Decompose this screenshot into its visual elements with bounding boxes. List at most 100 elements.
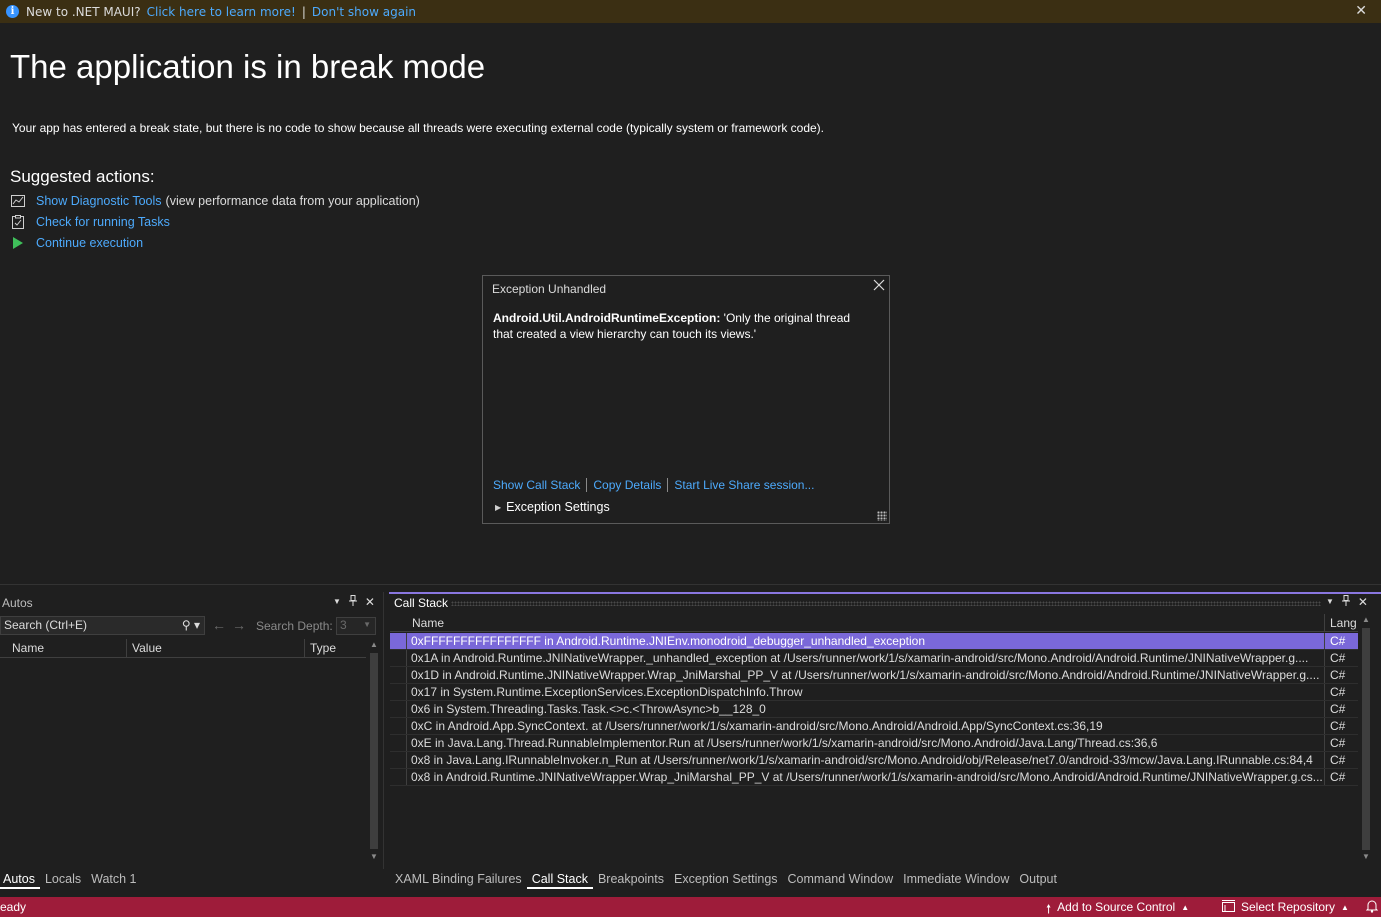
table-row[interactable]: 0xFFFFFFFFFFFFFFFF in Android.Runtime.JN…: [390, 633, 1358, 650]
tab-watch-1[interactable]: Watch 1: [86, 869, 141, 889]
play-icon: [11, 236, 25, 250]
exception-message: Android.Util.AndroidRuntimeException: 'O…: [493, 310, 873, 342]
autos-panel: Autos ▼ ✕ Search (Ctrl+E) ⚲ ▾ ←→ Search …: [0, 592, 384, 869]
tab-exception-settings[interactable]: Exception Settings: [669, 869, 783, 889]
show-call-stack-link[interactable]: Show Call Stack: [493, 478, 580, 492]
row-gutter[interactable]: [390, 701, 407, 717]
pin-icon[interactable]: [348, 595, 357, 609]
frame-lang: C#: [1330, 770, 1346, 784]
close-icon[interactable]: ✕: [365, 595, 375, 609]
autos-column-headers: Name Value Type: [0, 639, 366, 658]
scroll-down-icon[interactable]: ▼: [370, 852, 378, 861]
exception-settings-expander[interactable]: ▶ Exception Settings: [495, 500, 610, 514]
link-divider: [586, 478, 588, 492]
exception-links: Show Call Stack Copy Details Start Live …: [493, 478, 814, 492]
live-share-link[interactable]: Start Live Share session...: [674, 478, 814, 492]
tab-xaml-binding-failures[interactable]: XAML Binding Failures: [390, 869, 527, 889]
table-row[interactable]: 0x17 in System.Runtime.ExceptionServices…: [390, 684, 1358, 701]
action-label[interactable]: Continue execution: [36, 236, 143, 250]
exception-popup: Exception Unhandled Android.Util.Android…: [482, 275, 890, 524]
tab-breakpoints[interactable]: Breakpoints: [593, 869, 669, 889]
table-row[interactable]: 0x8 in Java.Lang.IRunnableInvoker.n_Run …: [390, 752, 1358, 769]
resize-grip-icon[interactable]: [877, 511, 887, 521]
scroll-up-icon[interactable]: ▲: [370, 640, 378, 649]
row-gutter[interactable]: [390, 735, 407, 751]
close-icon[interactable]: ✕: [1358, 595, 1368, 609]
call-stack-scrollbar[interactable]: ▲ ▼: [1360, 614, 1372, 865]
expand-triangle-icon: ▶: [495, 502, 502, 512]
row-gutter[interactable]: [390, 667, 407, 683]
row-gutter[interactable]: [390, 684, 407, 700]
row-gutter[interactable]: [390, 718, 407, 734]
diagnostic-chart-icon: [11, 194, 25, 208]
copy-details-link[interactable]: Copy Details: [593, 478, 661, 492]
notification-bell-icon[interactable]: [1365, 899, 1379, 916]
tab-call-stack[interactable]: Call Stack: [526, 869, 593, 889]
table-row[interactable]: 0x6 in System.Threading.Tasks.Task.<>c.<…: [390, 701, 1358, 718]
panel-splitter[interactable]: [0, 584, 1381, 592]
table-row[interactable]: 0x1D in Android.Runtime.JNINativeWrapper…: [390, 667, 1358, 684]
action-label[interactable]: Show Diagnostic Tools: [36, 194, 162, 208]
autos-search-input[interactable]: Search (Ctrl+E) ⚲ ▾: [0, 616, 205, 635]
action-continue-execution[interactable]: Continue execution: [11, 234, 143, 252]
column-value[interactable]: Value: [126, 639, 304, 658]
table-row[interactable]: 0xE in Java.Lang.Thread.RunnableImplemen…: [390, 735, 1358, 752]
tab-autos[interactable]: Autos: [0, 869, 40, 889]
frame-lang: C#: [1330, 719, 1346, 733]
column-type[interactable]: Type: [304, 639, 366, 658]
dont-show-again-link[interactable]: Don't show again: [312, 5, 416, 19]
frame-name: 0xC in Android.App.SyncContext. at /User…: [407, 718, 1325, 734]
autos-scrollbar[interactable]: ▲ ▼: [368, 639, 380, 864]
close-icon[interactable]: [873, 278, 885, 296]
scroll-thumb[interactable]: [370, 653, 378, 849]
action-check-running-tasks[interactable]: Check for running Tasks: [11, 213, 170, 231]
back-arrow-icon[interactable]: ←: [212, 617, 232, 633]
call-stack-panel: Call Stack ▼ ✕ Name Lang 0xFFFFFFFFFFFFF…: [389, 592, 1381, 869]
row-gutter[interactable]: [390, 650, 407, 666]
search-depth-select[interactable]: 3 ▼: [336, 617, 376, 635]
table-row[interactable]: 0x8 in Android.Runtime.JNINativeWrapper.…: [390, 769, 1358, 786]
row-gutter[interactable]: [390, 633, 407, 649]
action-extra: (view performance data from your applica…: [165, 194, 420, 208]
close-icon[interactable]: ✕: [1355, 3, 1367, 19]
scroll-down-icon[interactable]: ▼: [1362, 852, 1370, 861]
scroll-up-icon[interactable]: ▲: [1362, 615, 1370, 624]
exception-settings-label: Exception Settings: [506, 500, 610, 514]
panel-controls: ▼ ✕: [1326, 595, 1368, 609]
page-title: The application is in break mode: [10, 48, 486, 85]
learn-more-link[interactable]: Click here to learn more!: [147, 5, 296, 19]
search-depth-label: Search Depth:: [256, 619, 333, 633]
exception-type: Android.Util.AndroidRuntimeException:: [493, 311, 721, 325]
scroll-thumb[interactable]: [1362, 628, 1370, 850]
frame-name: 0x8 in Java.Lang.IRunnableInvoker.n_Run …: [407, 752, 1325, 768]
column-lang[interactable]: Lang: [1325, 614, 1357, 631]
tab-output[interactable]: Output: [1014, 869, 1062, 889]
frame-name: 0x1D in Android.Runtime.JNINativeWrapper…: [407, 667, 1325, 683]
source-control-label: Add to Source Control: [1057, 900, 1176, 914]
column-name[interactable]: Name: [390, 614, 1325, 631]
pin-icon[interactable]: [1341, 595, 1350, 609]
frame-lang: C#: [1330, 753, 1346, 767]
frame-name: 0x8 in Android.Runtime.JNINativeWrapper.…: [407, 769, 1325, 785]
action-show-diagnostic-tools[interactable]: Show Diagnostic Tools (view performance …: [11, 192, 420, 210]
select-repository[interactable]: Select Repository ▲: [1222, 900, 1349, 915]
dropdown-icon[interactable]: ▼: [1326, 595, 1334, 609]
row-gutter[interactable]: [390, 752, 407, 768]
row-gutter[interactable]: [390, 769, 407, 785]
table-row[interactable]: 0x1A in Android.Runtime.JNINativeWrapper…: [390, 650, 1358, 667]
chevron-down-icon: ▼: [363, 620, 371, 629]
action-label[interactable]: Check for running Tasks: [36, 215, 170, 229]
dropdown-icon[interactable]: ▼: [333, 595, 341, 609]
tab-immediate-window[interactable]: Immediate Window: [898, 869, 1014, 889]
tab-locals[interactable]: Locals: [40, 869, 86, 889]
tab-command-window[interactable]: Command Window: [783, 869, 899, 889]
table-row[interactable]: 0xC in Android.App.SyncContext. at /User…: [390, 718, 1358, 735]
repository-label: Select Repository: [1241, 900, 1336, 914]
column-name[interactable]: Name: [0, 639, 126, 658]
panel-drag-grip[interactable]: [451, 601, 1321, 606]
add-to-source-control[interactable]: 🠕 Add to Source Control ▲: [1046, 900, 1189, 917]
frame-name: 0xFFFFFFFFFFFFFFFF in Android.Runtime.JN…: [407, 633, 1325, 649]
search-placeholder: Search (Ctrl+E): [4, 618, 88, 632]
search-icon[interactable]: ⚲ ▾: [182, 618, 200, 632]
forward-arrow-icon[interactable]: →: [232, 617, 252, 633]
